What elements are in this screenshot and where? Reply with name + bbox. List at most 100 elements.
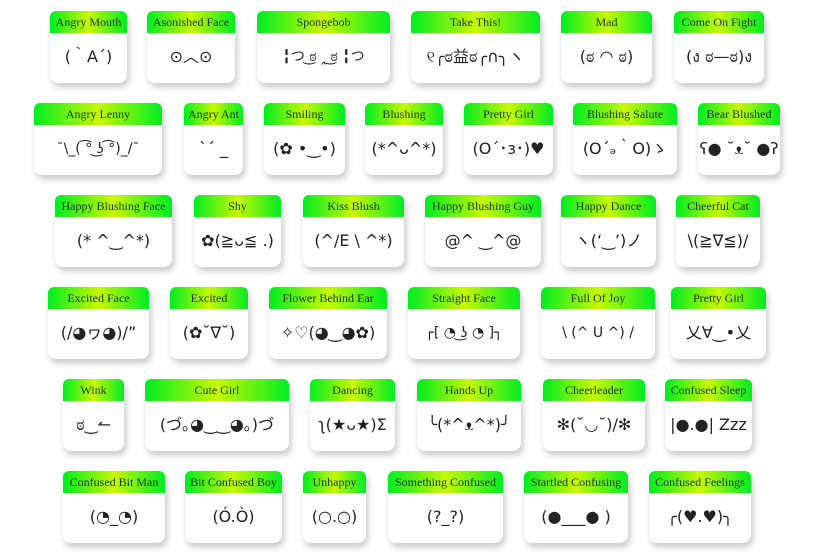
kaomoji-card[interactable]: Pretty Girl (O´･з･)♥ [464, 103, 553, 175]
kaomoji-card[interactable]: Cheerful Cat \(≧∇≦)/ [676, 195, 760, 267]
kaomoji-face[interactable]: ʅ(★ᴗ★)Σ [310, 401, 395, 451]
kaomoji-face[interactable]: ┌[ ◔ ͜ʖ ◔ ]┐ [408, 309, 520, 359]
kaomoji-face[interactable]: (^/E \ ^*) [303, 217, 404, 267]
kaomoji-card[interactable]: Full Of Joy \ (^ U ^) / [541, 287, 655, 359]
kaomoji-card[interactable]: Happy Dance ヽ(‘‿’)ノ [561, 195, 656, 267]
kaomoji-card[interactable]: Excited (✿˘∇˘) [170, 287, 248, 359]
kaomoji-card[interactable]: Kiss Blush (^/E \ ^*) [303, 195, 404, 267]
kaomoji-title: Pretty Girl [464, 103, 553, 125]
kaomoji-title: Shy [194, 195, 281, 217]
kaomoji-card[interactable]: Something Confused (?_?) [388, 471, 503, 543]
kaomoji-face[interactable]: ୧╭ಠ益ಠ╭∩╮ヽ [411, 33, 540, 83]
kaomoji-card[interactable]: Shy ✿(≧ᴗ≦ .) [194, 195, 281, 267]
kaomoji-card[interactable]: Startled Confusing (●___● ) [524, 471, 628, 543]
kaomoji-face[interactable]: @^ ‿^@ [425, 217, 541, 267]
kaomoji-card[interactable]: Confused Feelings ╭(♥.♥)╮ [649, 471, 751, 543]
kaomoji-title: Bear Blushed [698, 103, 780, 125]
kaomoji-title: Flower Behind Ear [269, 287, 387, 309]
kaomoji-face[interactable]: ✻(˘◡˘)/✻ [543, 401, 645, 451]
kaomoji-face[interactable]: (* ^‿^*) [55, 217, 172, 267]
kaomoji-face[interactable]: (*^ᴗ^*) [365, 125, 443, 175]
kaomoji-title: Excited [170, 287, 248, 309]
kaomoji-face[interactable]: 乂∀‿•乂 [671, 309, 766, 359]
kaomoji-card[interactable]: Straight Face ┌[ ◔ ͜ʖ ◔ ]┐ [408, 287, 520, 359]
kaomoji-title: Happy Blushing Face [55, 195, 172, 217]
kaomoji-card[interactable]: Confused Sleep |●.●| Zzz [665, 379, 752, 451]
kaomoji-card[interactable]: Dancing ʅ(★ᴗ★)Σ [310, 379, 395, 451]
kaomoji-card[interactable]: Come On Fight (ง ಠ—ಠ)ง [674, 11, 764, 83]
kaomoji-face[interactable]: (✿˘∇˘) [170, 309, 248, 359]
kaomoji-face[interactable]: ¯\_( ͡° ͜ʖ ͡°)_/¯ [34, 125, 162, 175]
kaomoji-title: Angry Lenny [34, 103, 162, 125]
kaomoji-title: Mad [561, 11, 652, 33]
kaomoji-face[interactable]: ╏つ ͜ಠ ‸ ͜ಠ ╏つ [257, 33, 390, 83]
kaomoji-card[interactable]: Excited Face (/◕ヮ◕)/” [48, 287, 149, 359]
kaomoji-face[interactable]: ✧♡(◕‿◕✿) [269, 309, 387, 359]
kaomoji-face[interactable]: (✿ •‿•) [264, 125, 345, 175]
kaomoji-face[interactable]: \ (^ U ^) / [541, 309, 655, 359]
kaomoji-title: Straight Face [408, 287, 520, 309]
kaomoji-face[interactable]: (◔_◔) [63, 493, 165, 543]
kaomoji-title: Cute Girl [145, 379, 289, 401]
kaomoji-title: Come On Fight [674, 11, 764, 33]
kaomoji-card[interactable]: Mad (ಠ ◠ ಠ) [561, 11, 652, 83]
kaomoji-card[interactable]: Angry Ant `´ _ [184, 103, 243, 175]
kaomoji-title: Full Of Joy [541, 287, 655, 309]
kaomoji-card[interactable]: Flower Behind Ear ✧♡(◕‿◕✿) [269, 287, 387, 359]
kaomoji-face[interactable]: ⊙︿⊙ [147, 33, 235, 83]
kaomoji-face[interactable]: \(≧∇≦)/ [676, 217, 760, 267]
kaomoji-card[interactable]: Cheerleader ✻(˘◡˘)/✻ [543, 379, 645, 451]
kaomoji-face[interactable]: |●.●| Zzz [665, 401, 752, 451]
kaomoji-card[interactable]: Confused Bit Man (◔_◔) [63, 471, 165, 543]
kaomoji-title: Take This! [411, 11, 540, 33]
kaomoji-title: Happy Blushing Guy [425, 195, 541, 217]
kaomoji-title: Startled Confusing [524, 471, 628, 493]
kaomoji-title: Cheerful Cat [676, 195, 760, 217]
kaomoji-card[interactable]: Bear Blushed ʕ● ˘ᴥ˘ ●ʔ [698, 103, 780, 175]
kaomoji-face[interactable]: (ง ಠ—ಠ)ง [674, 33, 764, 83]
kaomoji-face[interactable]: ╭(♥.♥)╮ [649, 493, 751, 543]
kaomoji-card[interactable]: Blushing (*^ᴗ^*) [365, 103, 443, 175]
kaomoji-title: Angry Mouth [50, 11, 127, 33]
kaomoji-title: Dancing [310, 379, 395, 401]
kaomoji-title: Wink [63, 379, 124, 401]
kaomoji-title: Excited Face [48, 287, 149, 309]
kaomoji-face[interactable]: (O´･з･)♥ [464, 125, 553, 175]
kaomoji-card[interactable]: Smiling (✿ •‿•) [264, 103, 345, 175]
kaomoji-face[interactable]: ╰(*^ᴥ^*)╯ [417, 401, 521, 451]
kaomoji-title: Asonished Face [147, 11, 235, 33]
kaomoji-face[interactable]: ヽ(‘‿’)ノ [561, 217, 656, 267]
kaomoji-card[interactable]: Pretty Girl 乂∀‿•乂 [671, 287, 766, 359]
kaomoji-card[interactable]: Hands Up ╰(*^ᴥ^*)╯ [417, 379, 521, 451]
kaomoji-title: Confused Feelings [649, 471, 751, 493]
kaomoji-face[interactable]: (ಠ ◠ ಠ) [561, 33, 652, 83]
kaomoji-title: Blushing Salute [573, 103, 677, 125]
kaomoji-face[interactable]: (Ó.Ò) [185, 493, 282, 543]
kaomoji-card[interactable]: Cute Girl (づ｡◕‿‿◕｡)づ [145, 379, 289, 451]
kaomoji-title: Hands Up [417, 379, 521, 401]
kaomoji-card[interactable]: Bit Confused Boy (Ó.Ò) [185, 471, 282, 543]
kaomoji-face[interactable]: (｀A´) [50, 33, 127, 83]
kaomoji-face[interactable]: ʕ● ˘ᴥ˘ ●ʔ [698, 125, 780, 175]
kaomoji-card[interactable]: Take This! ୧╭ಠ益ಠ╭∩╮ヽ [411, 11, 540, 83]
kaomoji-card[interactable]: Asonished Face ⊙︿⊙ [147, 11, 235, 83]
kaomoji-face[interactable]: (?_?) [388, 493, 503, 543]
kaomoji-title: Cheerleader [543, 379, 645, 401]
kaomoji-face[interactable]: ಠ‿↼ [63, 401, 124, 451]
kaomoji-card[interactable]: Happy Blushing Face (* ^‿^*) [55, 195, 172, 267]
kaomoji-card[interactable]: Spongebob ╏つ ͜ಠ ‸ ͜ಠ ╏つ [257, 11, 390, 83]
kaomoji-card[interactable]: Wink ಠ‿↼ [63, 379, 124, 451]
kaomoji-card[interactable]: Angry Lenny ¯\_( ͡° ͜ʖ ͡°)_/¯ [34, 103, 162, 175]
kaomoji-face[interactable]: ✿(≧ᴗ≦ .) [194, 217, 281, 267]
kaomoji-face[interactable]: (O´ₔ｀O)ゝ [573, 125, 677, 175]
kaomoji-card[interactable]: Unhappy (○.○) [303, 471, 366, 543]
kaomoji-card[interactable]: Angry Mouth (｀A´) [50, 11, 127, 83]
kaomoji-face[interactable]: (/◕ヮ◕)/” [48, 309, 149, 359]
kaomoji-face[interactable]: `´ _ [184, 125, 243, 175]
kaomoji-face[interactable]: (づ｡◕‿‿◕｡)づ [145, 401, 289, 451]
kaomoji-face[interactable]: (●___● ) [524, 493, 628, 543]
kaomoji-title: Bit Confused Boy [185, 471, 282, 493]
kaomoji-face[interactable]: (○.○) [303, 493, 366, 543]
kaomoji-card[interactable]: Happy Blushing Guy @^ ‿^@ [425, 195, 541, 267]
kaomoji-card[interactable]: Blushing Salute (O´ₔ｀O)ゝ [573, 103, 677, 175]
